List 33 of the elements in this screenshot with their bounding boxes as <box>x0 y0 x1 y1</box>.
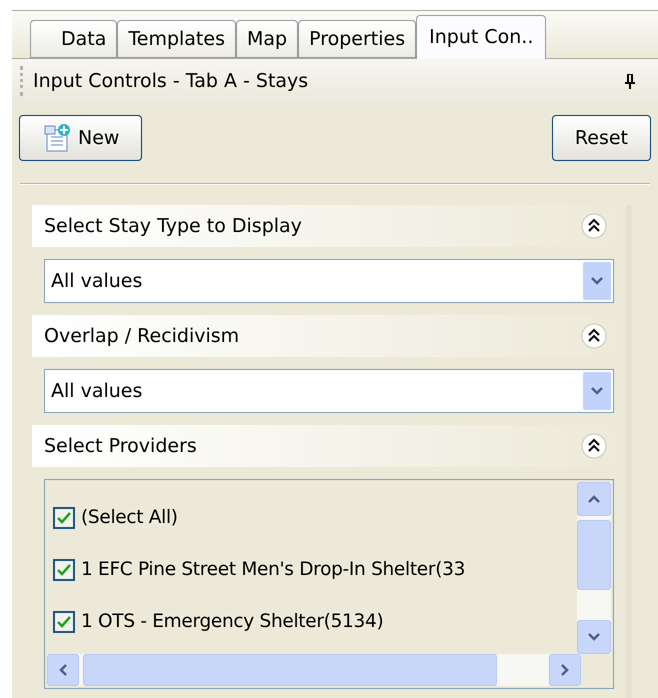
collapse-icon[interactable] <box>580 432 608 460</box>
scroll-thumb[interactable] <box>577 520 611 590</box>
panel-title: Input Controls - Tab A - Stays <box>33 68 308 94</box>
new-button[interactable]: New <box>19 115 142 161</box>
collapse-icon[interactable] <box>580 212 608 240</box>
tab[interactable]: Templates <box>117 20 236 58</box>
check-icon <box>57 512 71 524</box>
horizontal-scrollbar[interactable] <box>47 654 581 686</box>
vertical-scrollbar[interactable] <box>577 482 611 654</box>
scroll-left-icon[interactable] <box>47 654 79 686</box>
checkbox-label: 1 EFC Pine Street Men's Drop-In Shelter(33 <box>81 558 466 582</box>
tab[interactable]: Input Con.. <box>416 15 546 59</box>
reset-button[interactable]: Reset <box>552 115 651 161</box>
dropdown[interactable]: All values <box>44 259 614 303</box>
checkbox-label: 1 OTS - Emergency Shelter(5134) <box>81 610 384 634</box>
checkbox[interactable] <box>53 611 75 633</box>
scroll-right-icon[interactable] <box>549 654 581 686</box>
tab[interactable]: Map <box>236 20 298 58</box>
grip-icon <box>20 66 23 96</box>
checkbox[interactable] <box>53 559 75 581</box>
dropdown[interactable]: All values <box>44 369 614 413</box>
new-document-icon <box>42 123 72 153</box>
scroll-down-icon[interactable] <box>577 620 611 654</box>
collapse-icon[interactable] <box>580 322 608 350</box>
scroll-up-icon[interactable] <box>577 482 611 516</box>
scroll-thumb[interactable] <box>83 654 497 686</box>
check-icon <box>57 564 71 576</box>
check-icon <box>57 616 71 628</box>
tab[interactable]: Properties <box>298 20 416 58</box>
checkbox-label: (Select All) <box>81 506 178 530</box>
checkbox[interactable] <box>53 507 75 529</box>
tab[interactable]: Data <box>30 20 118 58</box>
pin-icon[interactable] <box>624 73 636 89</box>
